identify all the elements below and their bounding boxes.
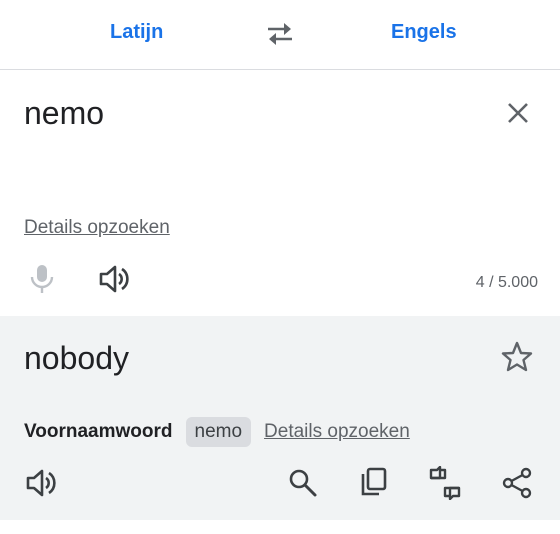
swap-icon	[264, 20, 296, 48]
bottom-edge	[0, 520, 560, 534]
search-button[interactable]	[286, 466, 320, 500]
star-icon	[500, 340, 534, 374]
clear-button[interactable]	[502, 97, 534, 129]
mic-icon	[28, 263, 56, 295]
translation-text: nobody	[24, 340, 129, 376]
rate-translation-button[interactable]	[428, 466, 462, 500]
result-details-link[interactable]: Details opzoeken	[264, 420, 410, 444]
feedback-icon	[428, 466, 462, 500]
source-text-input[interactable]: nemo	[24, 93, 104, 133]
microphone-button[interactable]	[28, 263, 56, 295]
language-bar: Latijn Engels	[0, 0, 560, 70]
result-panel: nobody Voornaamwoord nemo Details opzoek…	[0, 316, 560, 520]
definition-row: Voornaamwoord nemo Details opzoeken	[24, 417, 410, 447]
part-of-speech: Voornaamwoord	[24, 421, 173, 442]
character-count: 4 / 5.000	[475, 274, 538, 291]
target-language-button[interactable]: Engels	[391, 20, 457, 44]
speaker-icon	[97, 263, 131, 295]
translation-listen-button[interactable]	[24, 466, 58, 500]
source-word-chip[interactable]: nemo	[185, 417, 252, 447]
share-button[interactable]	[500, 466, 534, 500]
copy-button[interactable]	[357, 466, 391, 500]
source-listen-button[interactable]	[97, 263, 131, 295]
speaker-icon	[24, 466, 58, 500]
close-icon	[502, 97, 534, 129]
swap-languages-button[interactable]	[264, 20, 296, 48]
source-panel: nemo Details opzoeken 4 / 5.000	[0, 71, 560, 316]
source-details-link[interactable]: Details opzoeken	[24, 216, 170, 240]
share-icon	[500, 466, 534, 500]
source-language-button[interactable]: Latijn	[110, 20, 163, 44]
copy-icon	[357, 466, 391, 500]
save-translation-button[interactable]	[500, 340, 534, 374]
search-icon	[286, 466, 320, 500]
